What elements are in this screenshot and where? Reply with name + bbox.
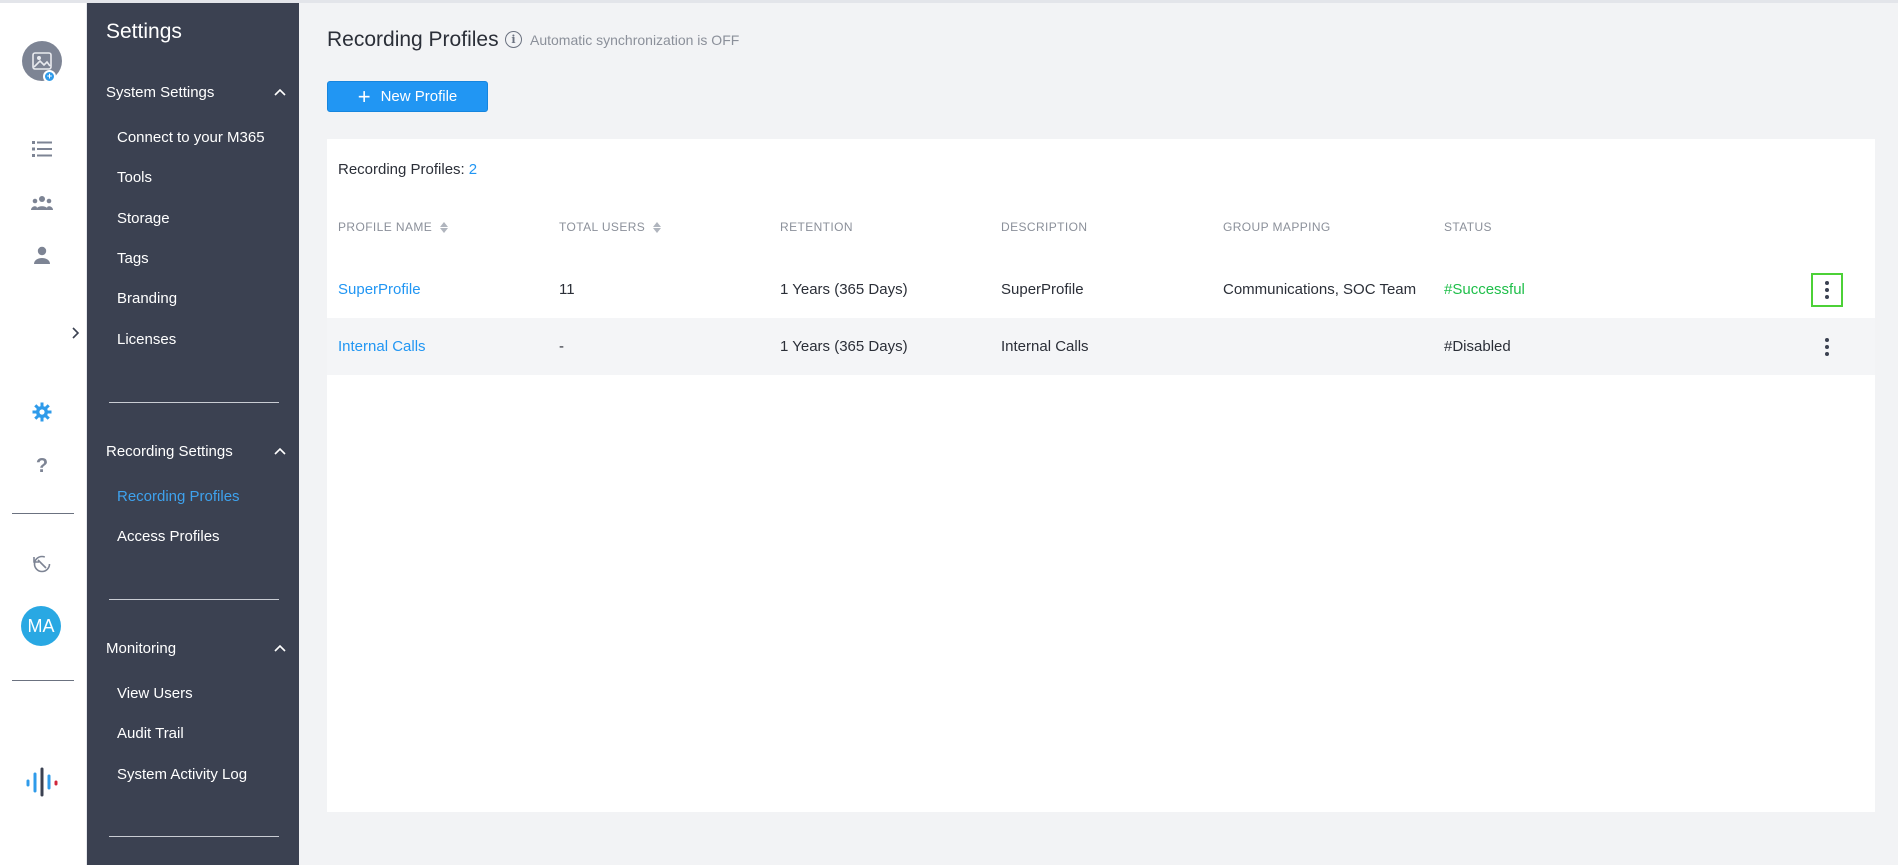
description-cell: SuperProfile [1001, 281, 1084, 298]
sort-icon[interactable] [440, 221, 449, 233]
sidebar-item-branding[interactable]: Branding [117, 290, 177, 307]
chevron-up-icon [274, 88, 286, 96]
retention-cell: 1 Years (365 Days) [780, 281, 908, 298]
profiles-count-label: Recording Profiles: [338, 161, 465, 178]
more-vertical-icon [1825, 281, 1829, 299]
sidebar-item-audit-trail[interactable]: Audit Trail [117, 725, 184, 742]
column-header-status: STATUS [1444, 220, 1492, 234]
chevron-up-icon [274, 447, 286, 455]
column-label: PROFILE NAME [338, 220, 433, 234]
section-recording-settings[interactable]: Recording Settings [106, 439, 286, 463]
sync-status-text: Automatic synchronization is OFF [530, 31, 740, 48]
list-nav-icon[interactable] [22, 129, 62, 169]
image-icon [32, 52, 52, 70]
more-vertical-icon [1825, 338, 1829, 356]
profiles-table-card: Recording Profiles: 2 PROFILE NAME TOTAL … [327, 139, 1875, 812]
column-header-total-users[interactable]: TOTAL USERS [559, 220, 662, 234]
section-label: Recording Settings [106, 442, 233, 460]
sync-status: i Automatic synchronization is OFF [505, 31, 739, 48]
section-system-settings[interactable]: System Settings [106, 80, 286, 104]
sidebar-item-access-profiles[interactable]: Access Profiles [117, 528, 220, 545]
description-cell: Internal Calls [1001, 338, 1089, 355]
sidebar-divider [109, 599, 279, 600]
sidebar-item-tools[interactable]: Tools [117, 169, 152, 186]
icon-rail: + ? MA [0, 3, 87, 865]
sidebar-item-storage[interactable]: Storage [117, 210, 170, 227]
section-label: Monitoring [106, 639, 177, 657]
table-row: Internal Calls - 1 Years (365 Days) Inte… [327, 318, 1875, 375]
groups-nav-icon[interactable] [22, 183, 62, 223]
row-actions-menu-button[interactable] [1811, 330, 1843, 364]
profiles-count-value: 2 [468, 161, 478, 178]
total-users-cell: 11 [559, 281, 575, 298]
column-label: TOTAL USERS [559, 220, 646, 234]
profile-name-link[interactable]: Internal Calls [338, 318, 426, 375]
chevron-up-icon [274, 644, 286, 652]
sidebar-item-view-users[interactable]: View Users [117, 685, 193, 702]
sidebar-item-recording-profiles[interactable]: Recording Profiles [117, 488, 240, 505]
main-content: Recording Profiles i Automatic synchroni… [299, 3, 1898, 865]
sidebar-title: Settings [106, 20, 182, 43]
column-header-group-mapping: GROUP MAPPING [1223, 220, 1331, 234]
help-question-icon[interactable]: ? [22, 446, 62, 486]
sidebar-item-tags[interactable]: Tags [117, 250, 149, 267]
expand-chevron-icon[interactable] [68, 323, 84, 343]
section-label: System Settings [106, 83, 215, 101]
sidebar-divider [109, 836, 279, 837]
rail-divider [12, 513, 74, 514]
new-profile-button[interactable]: + New Profile [327, 81, 488, 112]
section-monitoring[interactable]: Monitoring [106, 636, 286, 660]
column-header-profile-name[interactable]: PROFILE NAME [338, 220, 449, 234]
history-icon[interactable] [22, 544, 62, 584]
group-mapping-cell: Communications, SOC Team [1223, 281, 1417, 298]
info-icon[interactable]: i [505, 31, 522, 48]
app-logo-icon [22, 762, 62, 802]
add-photo-icon[interactable]: + [43, 70, 56, 83]
status-cell: #Disabled [1444, 338, 1511, 355]
plus-icon: + [357, 83, 371, 109]
new-profile-label: New Profile [380, 88, 458, 105]
sidebar-item-licenses[interactable]: Licenses [117, 331, 176, 348]
settings-sidebar: Settings System Settings Connect to your… [87, 3, 299, 865]
row-actions-menu-button[interactable] [1811, 273, 1843, 307]
profile-name-link[interactable]: SuperProfile [338, 261, 421, 318]
page-title: Recording Profiles [327, 28, 499, 51]
column-header-retention: RETENTION [780, 220, 853, 234]
column-header-description: DESCRIPTION [1001, 220, 1088, 234]
status-cell: #Successful [1444, 281, 1525, 298]
retention-cell: 1 Years (365 Days) [780, 338, 908, 355]
rail-divider [12, 680, 74, 681]
profiles-count: Recording Profiles: 2 [338, 161, 477, 178]
table-row: SuperProfile 11 1 Years (365 Days) Super… [327, 261, 1875, 318]
total-users-cell: - [559, 338, 564, 355]
sidebar-divider [109, 402, 279, 403]
user-nav-icon[interactable] [22, 235, 62, 275]
settings-gear-icon[interactable] [22, 392, 62, 432]
sidebar-item-connect-m365[interactable]: Connect to your M365 [117, 129, 265, 146]
user-avatar[interactable]: MA [21, 606, 61, 646]
organization-image-avatar[interactable]: + [22, 41, 62, 83]
sort-icon[interactable] [653, 221, 662, 233]
sidebar-item-system-activity-log[interactable]: System Activity Log [117, 766, 247, 783]
